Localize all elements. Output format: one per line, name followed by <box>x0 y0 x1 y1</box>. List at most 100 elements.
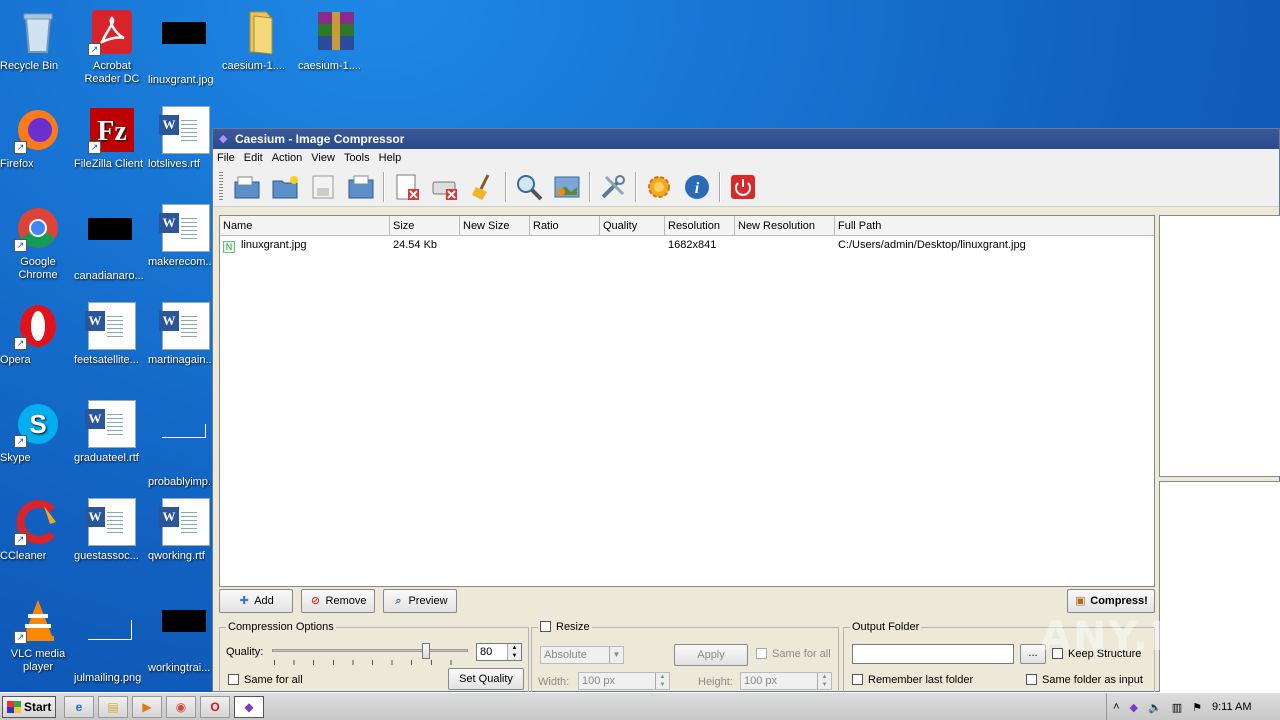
cell-new-resolution <box>735 236 835 254</box>
word-document-icon <box>159 106 210 154</box>
column-header-new-resolution[interactable]: New Resolution <box>735 216 835 235</box>
quality-spinbox[interactable]: 80 ▲ ▼ <box>476 643 522 661</box>
desktop-icon-firefox[interactable]: ↗ Firefox <box>0 106 76 170</box>
column-header-quality[interactable]: Quality <box>600 216 665 235</box>
clear-list-icon <box>432 181 457 200</box>
compress-button[interactable]: ▣ Compress! <box>1067 589 1155 613</box>
menu-file[interactable]: File <box>217 152 235 164</box>
height-spinbox[interactable]: 100 px ▲ ▼ <box>740 672 832 690</box>
caesium-tray-icon[interactable]: ◆ <box>1130 701 1138 714</box>
window-title: Caesium - Image Compressor <box>235 132 405 146</box>
clock[interactable]: 9:11 AM <box>1212 701 1270 713</box>
output-folder-title: Output Folder <box>850 621 922 633</box>
list-button-row: ✚ Add ⊘ Remove ⌕ Preview ▣ Compress! <box>219 589 1155 615</box>
taskbar-caesium[interactable]: ◆ <box>234 695 264 718</box>
desktop-icon-linuxgrant[interactable]: linuxgrant.jpg <box>148 8 224 86</box>
shortcut-arrow-icon: ↗ <box>14 435 27 448</box>
image-preview-button[interactable] <box>551 171 583 203</box>
clean-button[interactable] <box>467 171 499 203</box>
toolbar-grip <box>219 171 223 202</box>
desktop-icon-recycle-bin[interactable]: Recycle Bin <box>0 8 76 72</box>
desktop-icon-acrobat[interactable]: ↗ Acrobat Reader DC <box>74 8 150 85</box>
volume-icon[interactable]: 🔈 <box>1148 701 1162 714</box>
open-file-button[interactable] <box>231 171 263 203</box>
save-list-button[interactable] <box>307 171 339 203</box>
table-row[interactable]: Nlinuxgrant.jpg 24.54 Kb 1682x841 C:/Use… <box>220 236 1154 254</box>
update-button[interactable] <box>643 171 675 203</box>
window-titlebar[interactable]: ◆ Caesium - Image Compressor <box>213 129 1279 149</box>
desktop-icon-canadianaro[interactable]: canadianaro... <box>74 204 150 282</box>
taskbar-media-player[interactable]: ▶ <box>132 695 162 718</box>
plus-icon: ✚ <box>239 595 249 607</box>
remove-button[interactable]: ⊘ Remove <box>301 589 375 613</box>
spin-arrows-icon[interactable]: ▲ ▼ <box>817 673 831 689</box>
network-icon[interactable]: ▥ <box>1172 701 1182 714</box>
quality-slider-thumb[interactable] <box>422 643 430 659</box>
column-header-full-path[interactable]: Full Path <box>835 216 1152 235</box>
taskbar-internet-explorer[interactable]: e <box>64 695 94 718</box>
file-list[interactable]: Name Size New Size Ratio Quality Resolut… <box>219 215 1155 587</box>
chrome-icon: ◉ <box>175 699 187 714</box>
width-label: Width: <box>538 676 570 688</box>
spin-arrows-icon[interactable]: ▲ ▼ <box>507 644 521 660</box>
same-for-all-quality-checkbox[interactable] <box>228 674 239 685</box>
desktop-icon-feetsatellite[interactable]: feetsatellite... <box>74 302 150 366</box>
desktop-icon-guestassoc[interactable]: guestassoc... <box>74 498 150 562</box>
cell-ratio <box>530 236 600 254</box>
quality-label: Quality: <box>226 646 264 658</box>
desktop-icon-graduateel[interactable]: graduateel.rtf <box>74 400 150 464</box>
resize-mode-select[interactable]: Absolute ▼ <box>540 646 624 664</box>
skype-icon: S ↗ <box>14 400 62 448</box>
quality-slider-track[interactable] <box>272 649 468 652</box>
settings-button[interactable] <box>597 171 629 203</box>
start-button[interactable]: Start <box>2 695 56 718</box>
width-spinbox[interactable]: 100 px ▲ ▼ <box>578 672 670 690</box>
add-button[interactable]: ✚ Add <box>219 589 293 613</box>
menu-action[interactable]: Action <box>272 152 303 164</box>
menu-help[interactable]: Help <box>379 152 402 164</box>
desktop-icon-caesium-folder[interactable]: caesium-1.... <box>222 8 298 72</box>
menu-tools[interactable]: Tools <box>344 152 370 164</box>
column-header-ratio[interactable]: Ratio <box>530 216 600 235</box>
column-header-resolution[interactable]: Resolution <box>665 216 735 235</box>
taskbar-explorer[interactable]: ▤ <box>98 695 128 718</box>
show-hidden-icons-icon[interactable]: ˄ <box>1113 701 1119 713</box>
desktop-icon-skype[interactable]: S ↗ Skype <box>0 400 76 464</box>
desktop-icon-caesium-archive[interactable]: caesium-1.... <box>298 8 374 72</box>
menu-view[interactable]: View <box>311 152 335 164</box>
desktop-icon-ccleaner[interactable]: ↗ CCleaner <box>0 498 76 562</box>
same-folder-as-input-checkbox[interactable] <box>1026 674 1037 685</box>
toolbar-separator <box>589 171 591 202</box>
magnifier-icon: ⌕ <box>395 595 402 607</box>
column-header-size[interactable]: Size <box>390 216 460 235</box>
desktop-icon-vlc[interactable]: ↗ VLC media player <box>0 596 76 673</box>
taskbar-chrome[interactable]: ◉ <box>166 695 196 718</box>
desktop-icon-chrome[interactable]: ↗ Google Chrome <box>0 204 76 281</box>
column-header-new-size[interactable]: New Size <box>460 216 530 235</box>
search-button[interactable] <box>513 171 545 203</box>
about-button[interactable]: i <box>681 171 713 203</box>
remember-last-folder-checkbox[interactable] <box>852 674 863 685</box>
power-icon <box>731 174 755 199</box>
menu-edit[interactable]: Edit <box>244 152 263 164</box>
remove-item-button[interactable] <box>391 171 423 203</box>
desktop-icon-julmailing[interactable]: julmailing.png <box>74 596 150 684</box>
exit-button[interactable] <box>727 171 759 203</box>
apply-resize-button[interactable]: Apply <box>674 644 748 666</box>
chrome-icon: ↗ <box>14 204 62 252</box>
desktop-icon-opera[interactable]: ↗ Opera <box>0 302 76 366</box>
column-header-name[interactable]: Name <box>220 216 390 235</box>
compression-options-group: Compression Options Quality: 80 ▲ ▼ Same … <box>219 621 529 693</box>
taskbar-opera[interactable]: O <box>200 695 230 718</box>
resize-checkbox[interactable] <box>540 621 551 632</box>
export-list-button[interactable] <box>345 171 377 203</box>
output-folder-input[interactable] <box>852 644 1014 664</box>
same-for-all-resize-checkbox[interactable] <box>756 648 767 659</box>
preview-button[interactable]: ⌕ Preview <box>383 589 457 613</box>
clear-list-button[interactable] <box>429 171 461 203</box>
open-folder-button[interactable] <box>269 171 301 203</box>
set-quality-button[interactable]: Set Quality <box>448 668 524 690</box>
desktop-icon-filezilla[interactable]: Fz ↗ FileZilla Client <box>74 106 150 170</box>
action-center-flag-icon[interactable]: ⚑ <box>1192 701 1202 714</box>
spin-arrows-icon[interactable]: ▲ ▼ <box>655 673 669 689</box>
